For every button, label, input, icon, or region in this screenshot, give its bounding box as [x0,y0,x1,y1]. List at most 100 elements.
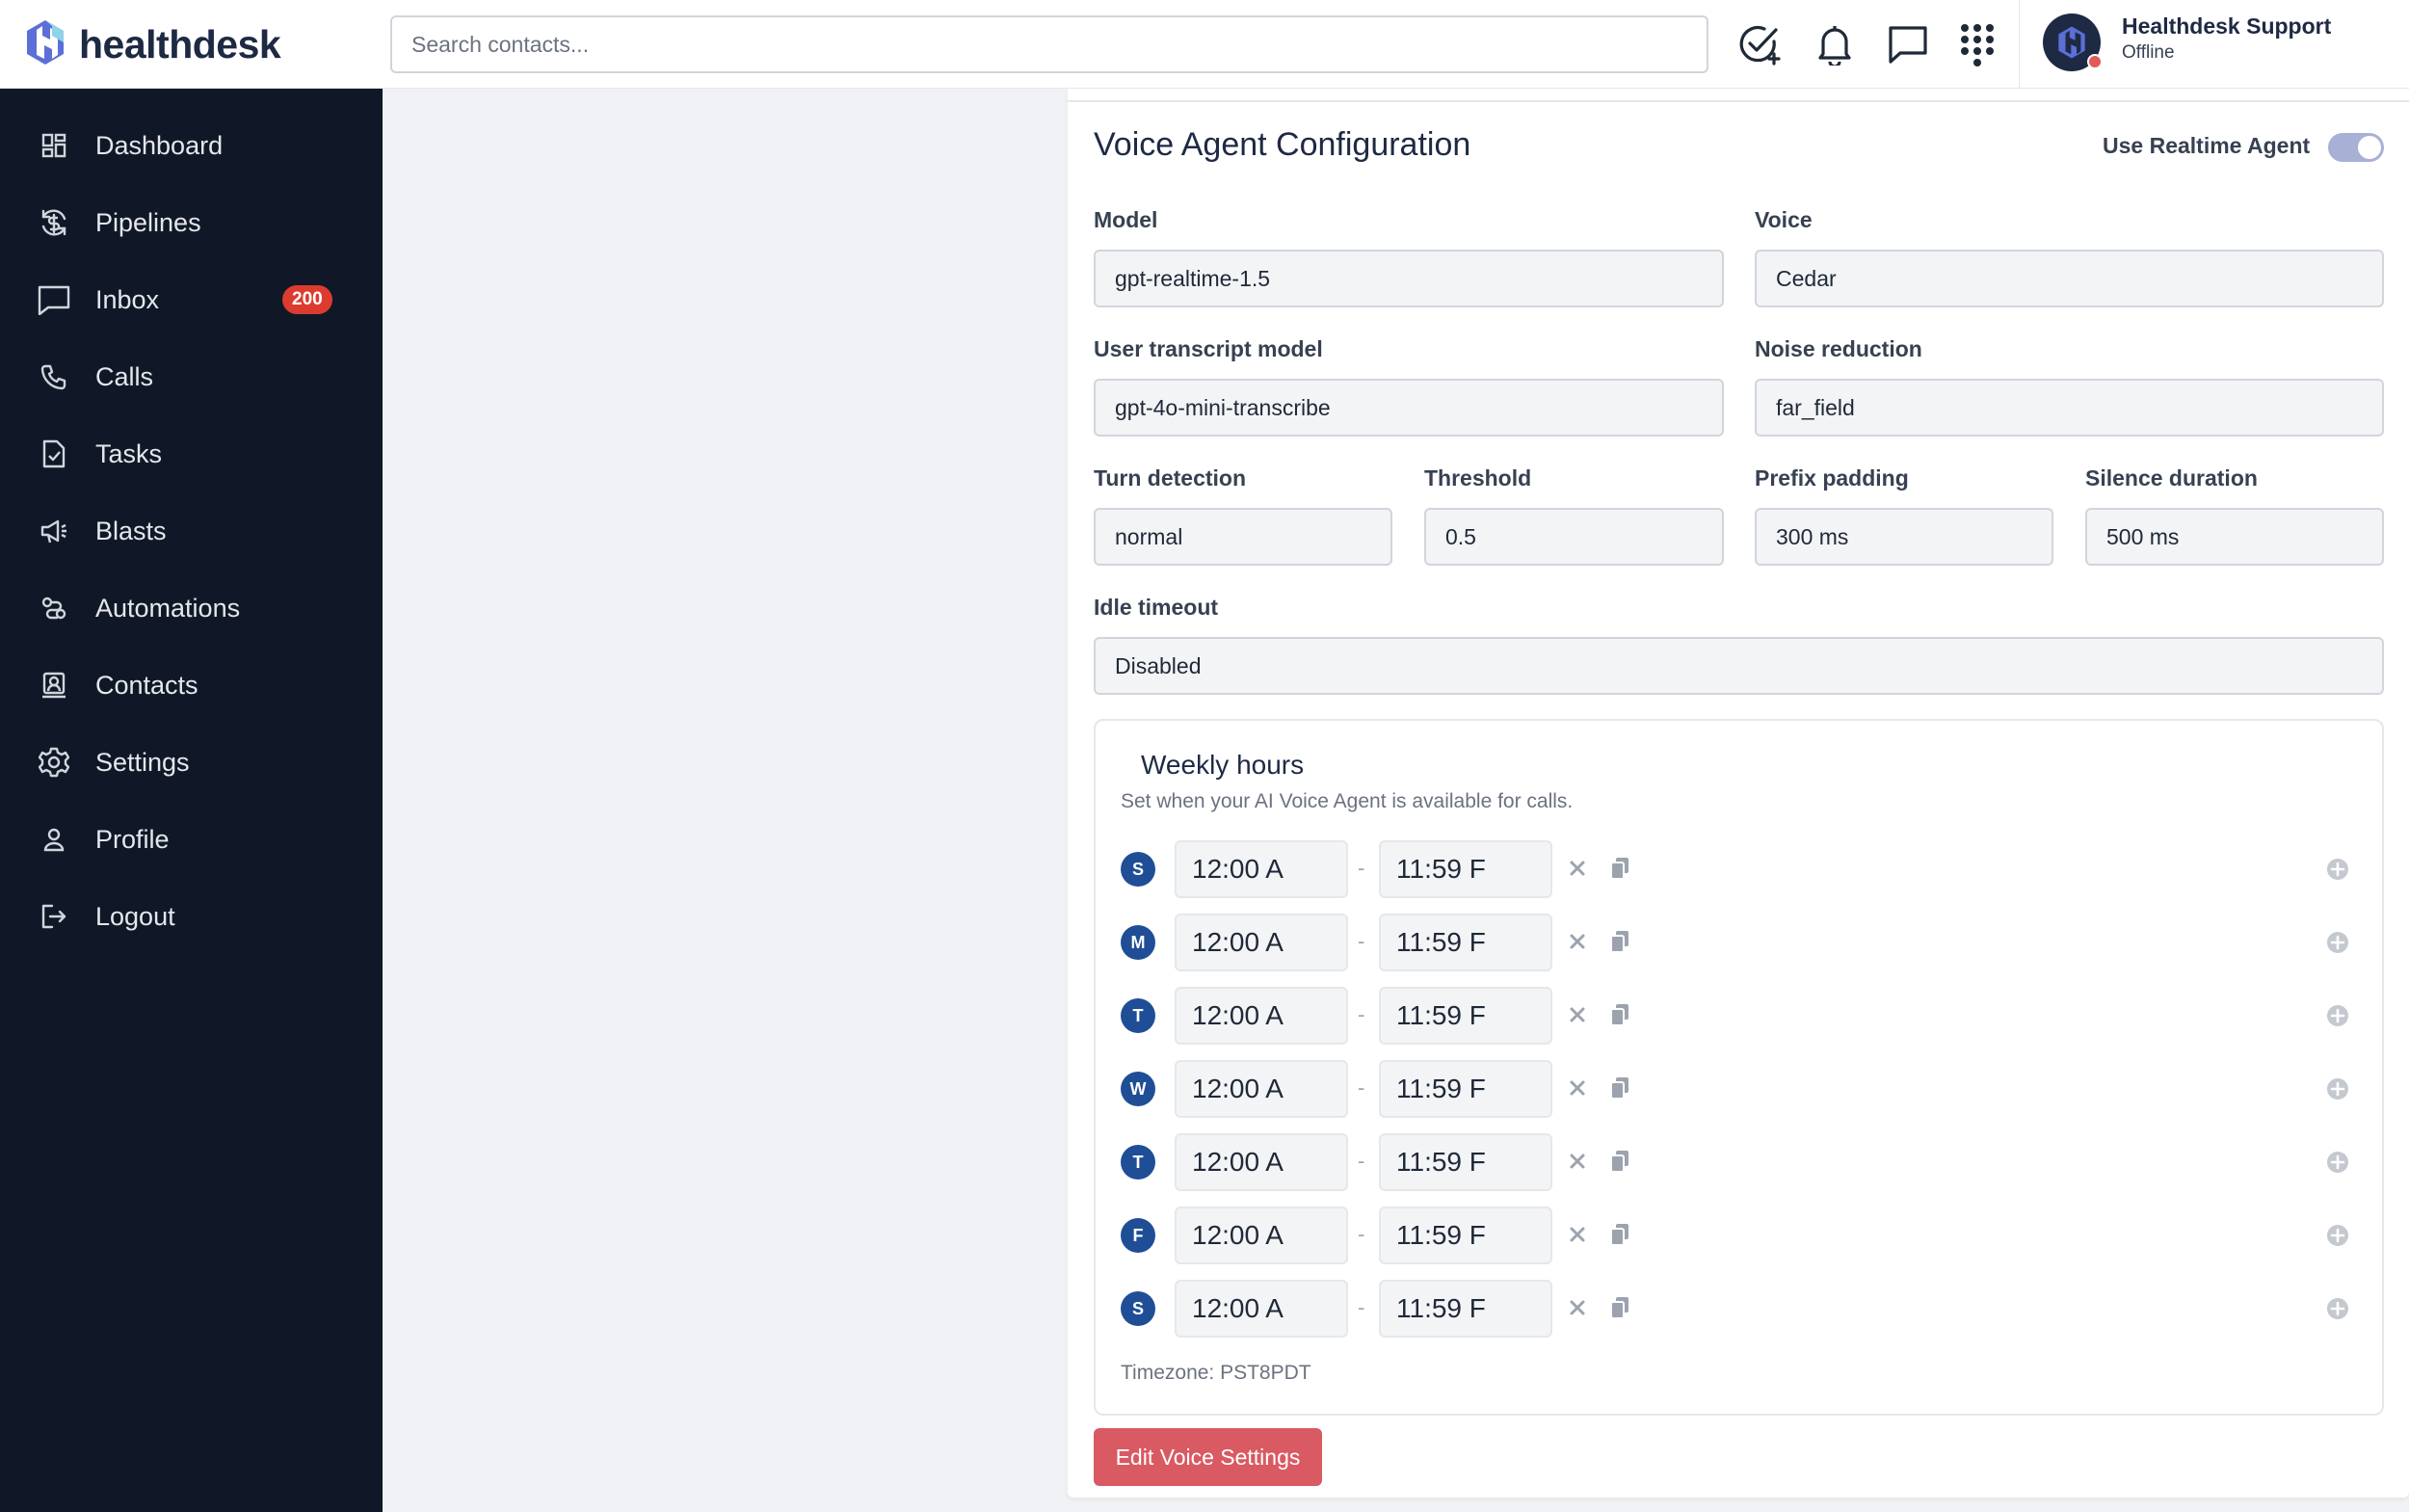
apps-grid-icon[interactable] [1952,19,2002,69]
copy-icon[interactable] [1607,1222,1632,1247]
bell-icon[interactable] [1810,19,1860,69]
copy-icon[interactable] [1607,929,1632,954]
toggle-knob [2358,136,2381,159]
copy-icon[interactable] [1607,1295,1632,1320]
sidebar-item-settings[interactable]: Settings [0,731,383,793]
model-field[interactable]: gpt-realtime-1.5 [1094,250,1724,307]
remove-icon[interactable] [1565,1149,1590,1174]
sidebar-item-pipelines[interactable]: Pipelines [0,192,383,253]
start-time-input[interactable]: 12:00 A [1175,1060,1348,1118]
day-badge: T [1121,1145,1155,1180]
offline-status-dot [2087,54,2103,69]
start-time-input[interactable]: 12:00 A [1175,1133,1348,1191]
dashboard-icon [37,128,71,163]
sidebar-item-label: Contacts [95,670,199,700]
end-time-input[interactable]: 11:59 F [1379,840,1552,898]
user-icon [37,822,71,857]
prefix-padding-field[interactable]: 300 ms [1755,508,2053,566]
threshold-value: 0.5 [1445,523,1476,549]
remove-icon[interactable] [1565,856,1590,881]
silence-duration-field[interactable]: 500 ms [2085,508,2384,566]
remove-icon[interactable] [1565,1075,1590,1101]
logout-icon [37,899,71,934]
contacts-icon [37,668,71,703]
copy-icon[interactable] [1607,1002,1632,1027]
sidebar: Dashboard Pipelines Inbox 200 Calls Task… [0,89,383,1512]
transcript-model-field[interactable]: gpt-4o-mini-transcribe [1094,379,1724,437]
start-time-input[interactable]: 12:00 A [1175,1280,1348,1338]
time-separator: - [1358,1075,1365,1100]
time-separator: - [1358,1149,1365,1173]
sidebar-item-tasks[interactable]: Tasks [0,423,383,485]
start-time-input[interactable]: 12:00 A [1175,987,1348,1045]
task-add-icon[interactable] [1734,19,1785,69]
turn-detection-field[interactable]: normal [1094,508,1392,566]
end-time-input[interactable]: 11:59 F [1379,914,1552,971]
sidebar-item-blasts[interactable]: Blasts [0,500,383,562]
avatar[interactable] [2043,13,2103,71]
sidebar-item-label: Logout [95,901,175,931]
add-circle-icon[interactable] [2325,1223,2350,1248]
search-input[interactable] [390,15,1708,73]
idle-timeout-field[interactable]: Disabled [1094,637,2384,695]
end-time-input[interactable]: 11:59 F [1379,1060,1552,1118]
copy-icon[interactable] [1607,1149,1632,1174]
remove-icon[interactable] [1565,1295,1590,1320]
remove-icon[interactable] [1565,929,1590,954]
page-title: Voice Agent Configuration [1094,126,1471,163]
remove-icon[interactable] [1565,1222,1590,1247]
sidebar-item-profile[interactable]: Profile [0,809,383,870]
sidebar-item-automations[interactable]: Automations [0,577,383,639]
sidebar-item-inbox[interactable]: Inbox 200 [0,269,383,331]
end-time-input[interactable]: 11:59 F [1379,1207,1552,1264]
silence-duration-value: 500 ms [2106,523,2180,549]
add-circle-icon[interactable] [2325,1003,2350,1028]
sidebar-item-label: Tasks [95,438,163,468]
realtime-agent-toggle[interactable] [2328,133,2384,162]
chat-icon[interactable] [1883,19,1933,69]
end-time-input[interactable]: 11:59 F [1379,1133,1552,1191]
edit-voice-settings-button[interactable]: Edit Voice Settings [1094,1428,1322,1486]
sidebar-item-label: Calls [95,361,154,391]
idle-timeout-value: Disabled [1115,652,1202,678]
start-time-value: 12:00 A [1192,1220,1284,1250]
idle-timeout-label: Idle timeout [1094,595,1219,620]
pipelines-icon [37,205,71,240]
add-circle-icon[interactable] [2325,1150,2350,1175]
panel-divider [1068,100,2409,102]
top-bar: healthdesk Search contacts... Healthdesk… [0,0,2409,89]
turn-detection-label: Turn detection [1094,465,1247,491]
noise-reduction-field[interactable]: far_field [1755,379,2384,437]
sidebar-item-dashboard[interactable]: Dashboard [0,115,383,176]
add-circle-icon[interactable] [2325,1296,2350,1321]
threshold-label: Threshold [1424,465,1532,491]
voice-label: Voice [1755,207,1813,232]
user-name: Healthdesk Support [2122,13,2332,39]
start-time-value: 12:00 A [1192,1074,1284,1103]
threshold-field[interactable]: 0.5 [1424,508,1724,566]
sidebar-item-contacts[interactable]: Contacts [0,654,383,716]
start-time-input[interactable]: 12:00 A [1175,840,1348,898]
silence-duration-label: Silence duration [2085,465,2258,491]
logo[interactable]: healthdesk [23,19,281,69]
model-value: gpt-realtime-1.5 [1115,265,1271,291]
weekly-hours-subtitle: Set when your AI Voice Agent is availabl… [1121,790,1574,812]
time-separator: - [1358,1222,1365,1246]
add-circle-icon[interactable] [2325,857,2350,882]
copy-icon[interactable] [1607,856,1632,881]
start-time-input[interactable]: 12:00 A [1175,914,1348,971]
remove-icon[interactable] [1565,1002,1590,1027]
day-row: T 12:00 A - 11:59 F [1094,1133,2384,1191]
add-circle-icon[interactable] [2325,930,2350,955]
day-row: W 12:00 A - 11:59 F [1094,1060,2384,1118]
add-circle-icon[interactable] [2325,1076,2350,1101]
end-time-input[interactable]: 11:59 F [1379,987,1552,1045]
end-time-input[interactable]: 11:59 F [1379,1280,1552,1338]
start-time-input[interactable]: 12:00 A [1175,1207,1348,1264]
noise-reduction-label: Noise reduction [1755,336,1922,361]
copy-icon[interactable] [1607,1075,1632,1101]
sidebar-item-logout[interactable]: Logout [0,886,383,947]
inbox-icon [37,282,71,317]
voice-field[interactable]: Cedar [1755,250,2384,307]
sidebar-item-calls[interactable]: Calls [0,346,383,408]
